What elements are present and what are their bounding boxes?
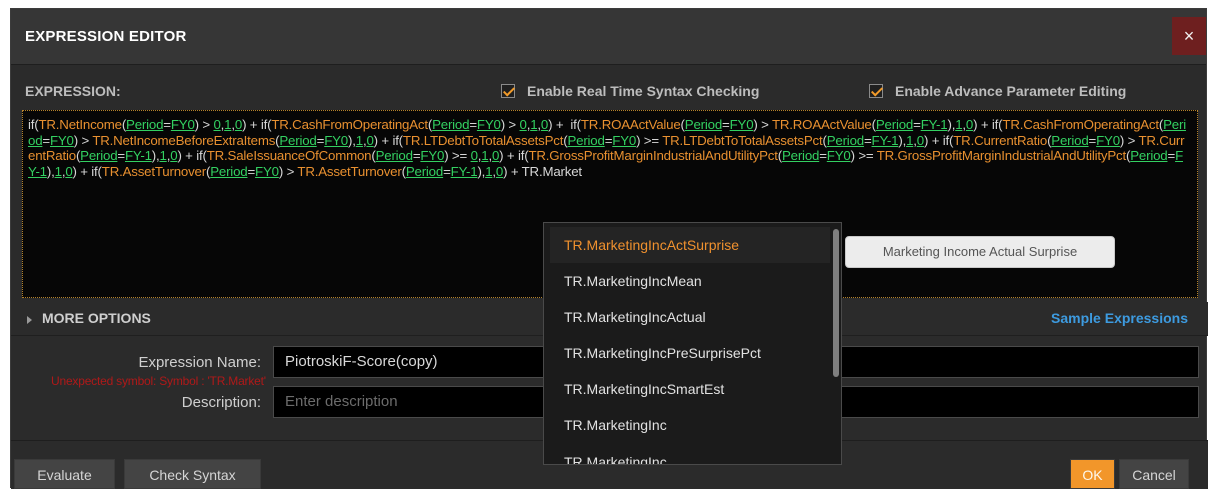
more-options-toggle[interactable]: MORE OPTIONS (42, 310, 151, 326)
dropdown-item[interactable]: TR.MarketingIncMean (550, 263, 830, 299)
dropdown-item[interactable]: TR.MarketingIncSmartEst (550, 371, 830, 407)
sample-expressions-link[interactable]: Sample Expressions (1051, 310, 1188, 326)
check-syntax-button[interactable]: Check Syntax (124, 459, 261, 489)
dropdown-item[interactable]: TR.MarketingIncActSurprise (550, 227, 830, 263)
ok-button[interactable]: OK (1070, 459, 1115, 489)
dropdown-item[interactable]: TR.MarketingInc (550, 407, 830, 443)
dropdown-item[interactable]: TR.MarketingIncActual (550, 299, 830, 335)
advance-parameter-label: Enable Advance Parameter Editing (895, 83, 1127, 99)
dropdown-scrollbar[interactable] (833, 229, 839, 377)
cancel-button[interactable]: Cancel (1119, 459, 1189, 489)
description-label: Description: (181, 394, 261, 411)
real-time-syntax-label: Enable Real Time Syntax Checking (527, 83, 760, 99)
expand-arrow-icon[interactable] (27, 316, 32, 324)
expression-name-label: Expression Name: (138, 354, 261, 371)
suggestion-tooltip: Marketing Income Actual Surprise (845, 236, 1115, 268)
expression-code: if(TR.NetIncome(Period=FY0) > 0,1,0) + i… (28, 117, 1186, 179)
dialog-title: EXPRESSION EDITOR (25, 28, 187, 45)
checkbox-checked-icon (869, 84, 883, 98)
expression-label: EXPRESSION: (25, 83, 121, 99)
checkbox-checked-icon (501, 84, 515, 98)
dropdown-item[interactable]: TR.MarketingIncPreSurprisePct (550, 335, 830, 371)
title-bar: EXPRESSION EDITOR × (11, 9, 1206, 65)
autocomplete-dropdown: TR.MarketingIncActSurprise TR.MarketingI… (543, 222, 842, 465)
evaluate-button[interactable]: Evaluate (14, 459, 115, 489)
dropdown-item[interactable]: TR.MarketingInc... (550, 444, 830, 464)
close-button[interactable]: × (1172, 17, 1206, 55)
advance-parameter-checkbox[interactable]: Enable Advance Parameter Editing (869, 83, 1126, 99)
real-time-syntax-checkbox[interactable]: Enable Real Time Syntax Checking (501, 83, 759, 99)
